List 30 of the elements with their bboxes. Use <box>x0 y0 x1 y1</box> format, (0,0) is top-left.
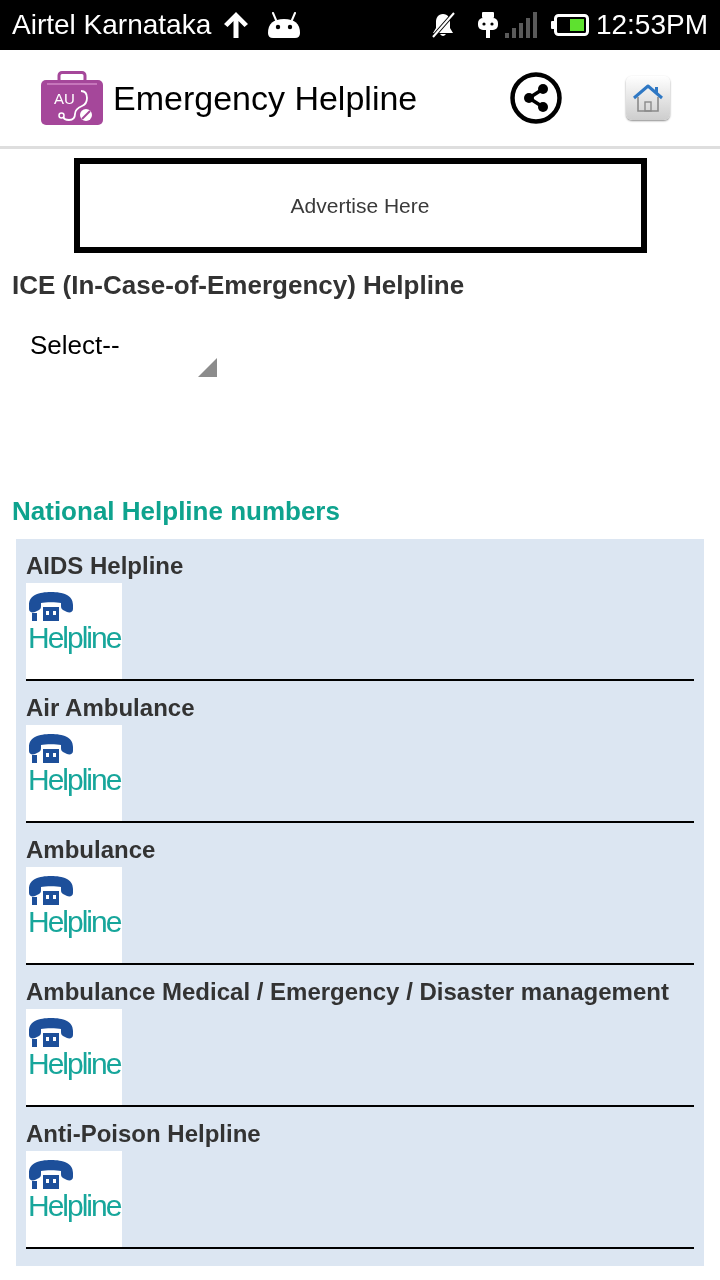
muted-bell-icon <box>429 12 456 38</box>
ad-text: Advertise Here <box>290 192 430 219</box>
ice-heading: ICE (In-Case-of-Emergency) Helpline <box>11 270 466 300</box>
app-title: Emergency Helpline <box>113 81 418 115</box>
home-button[interactable] <box>626 76 670 120</box>
helpline-name: Anti-Poison Helpline <box>26 1120 262 1148</box>
logo-letters: AU <box>54 90 75 107</box>
medical-bag-icon <box>41 71 103 125</box>
home-icon <box>631 84 665 112</box>
national-heading: National Helpline numbers <box>11 496 341 526</box>
pill-icon <box>80 109 92 121</box>
select-dropdown[interactable]: Select-- <box>16 312 220 378</box>
carrier-name: Airtel Karnataka <box>12 11 212 39</box>
plug-icon <box>476 12 499 38</box>
logo-text: Helpline <box>28 621 121 655</box>
logo-text: Helpline <box>28 1189 121 1223</box>
share-icon[interactable] <box>510 72 562 124</box>
robot-head-icon <box>267 12 302 38</box>
signal-icon <box>504 12 538 38</box>
arrow-up-icon <box>224 12 249 38</box>
battery-icon <box>550 14 589 36</box>
clock-time: 12:53PM <box>595 11 708 39</box>
logo-text: Helpline <box>28 905 121 939</box>
helpline-name: Ambulance Medical / Emergency / Disaster management <box>26 978 670 1006</box>
helpline-name: Ambulance <box>26 836 157 864</box>
logo-text: Helpline <box>28 1047 121 1081</box>
caret-icon <box>198 358 217 377</box>
helpline-name: AIDS Helpline <box>26 552 185 580</box>
helpline-name: Air Ambulance <box>26 694 196 722</box>
logo-text: Helpline <box>28 763 121 797</box>
